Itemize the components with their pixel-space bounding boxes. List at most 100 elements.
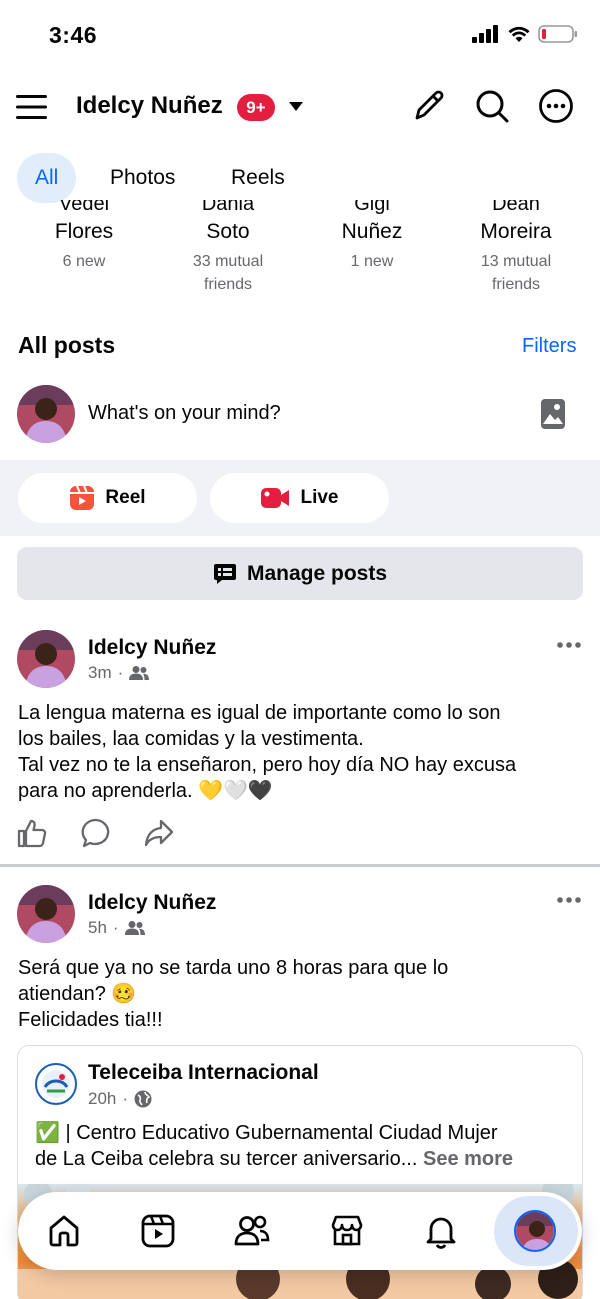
friends-icon	[234, 1215, 270, 1246]
share-icon	[144, 819, 174, 847]
suggestion-last-name: Nuñez	[341, 220, 403, 243]
post-time: 5h	[88, 918, 107, 937]
suggestion-first-name: Dean	[492, 200, 540, 215]
menu-button[interactable]	[16, 92, 48, 122]
avatar-image	[17, 885, 75, 943]
bell-icon	[426, 1217, 456, 1249]
thumbs-up-icon	[17, 819, 47, 848]
shared-page-name[interactable]: Teleceiba Internacional	[88, 1061, 319, 1085]
nav-reels[interactable]	[136, 1209, 180, 1253]
go-live-button[interactable]: Live	[210, 473, 389, 523]
shared-post-text: ✅ | Centro Educativo Gubernamental Ciuda…	[35, 1120, 575, 1172]
post-options-button[interactable]	[556, 640, 582, 650]
post-text-line: Será que ya no se tarda uno 8 horas para…	[18, 957, 449, 979]
suggestion-subtitle-2: friends	[203, 276, 253, 293]
suggestion-card[interactable]: Gigi Nuñez 1 new	[307, 200, 437, 273]
comment-icon	[81, 818, 110, 848]
add-photo-button[interactable]	[540, 398, 566, 430]
page-avatar[interactable]	[35, 1063, 77, 1105]
avatar-image	[17, 385, 75, 443]
suggestion-first-name: Gigi	[354, 200, 390, 215]
profile-switch-caret[interactable]	[288, 101, 304, 112]
like-button[interactable]	[17, 818, 47, 848]
reel-icon	[70, 485, 95, 510]
reel-label: Reel	[105, 487, 146, 508]
photo-icon	[541, 399, 565, 429]
edit-button[interactable]	[411, 88, 447, 124]
separator-dot: ·	[122, 1089, 129, 1108]
nav-home[interactable]	[42, 1209, 86, 1253]
more-options-button[interactable]	[538, 88, 574, 124]
pencil-icon	[415, 90, 444, 120]
nav-friends[interactable]	[230, 1209, 274, 1253]
avatar-image	[17, 630, 75, 688]
post-meta: 5h ·	[88, 918, 145, 938]
post-options-button[interactable]	[556, 895, 582, 905]
post-author[interactable]: Idelcy Nuñez	[88, 891, 216, 915]
hamburger-icon	[16, 95, 47, 119]
manage-posts-icon	[213, 563, 236, 584]
separator-dot: ·	[117, 663, 124, 682]
post-body: Será que ya no se tarda uno 8 horas para…	[18, 955, 584, 1033]
share-button[interactable]	[144, 819, 174, 847]
page-logo-icon	[35, 1063, 77, 1105]
avatar[interactable]	[17, 385, 75, 443]
more-horizontal-icon	[557, 642, 581, 648]
nav-notifications[interactable]	[419, 1209, 463, 1253]
search-button[interactable]	[474, 88, 510, 124]
home-icon	[49, 1215, 79, 1247]
suggestion-card[interactable]: Dania Soto 33 mutual friends	[163, 200, 293, 296]
suggestion-last-name: Flores	[54, 220, 114, 243]
post-meta: 3m ·	[88, 663, 150, 683]
more-horizontal-icon	[539, 89, 573, 123]
globe-icon	[134, 1090, 152, 1108]
live-label: Live	[300, 487, 339, 508]
suggestion-last-name: Moreira	[480, 220, 552, 243]
post-time: 3m	[88, 663, 112, 682]
friends-audience-icon	[124, 921, 145, 935]
status-time: 3:46	[49, 22, 98, 48]
suggestion-subtitle: 13 mutual	[480, 253, 552, 270]
tab-all[interactable]: All	[17, 153, 77, 203]
post-text-line: los bailes, laa comidas y la vestimenta.	[18, 728, 364, 750]
see-more-link[interactable]: See more	[423, 1148, 513, 1170]
chevron-down-icon	[289, 102, 303, 111]
manage-posts-button[interactable]: Manage posts	[17, 547, 583, 600]
comment-button[interactable]	[81, 818, 111, 848]
manage-posts-label: Manage posts	[246, 561, 388, 585]
marketplace-icon	[331, 1215, 363, 1246]
video-icon	[141, 1214, 175, 1248]
notification-badge: 9+	[237, 94, 275, 121]
post-divider	[0, 864, 600, 867]
nav-marketplace[interactable]	[325, 1209, 369, 1253]
more-horizontal-icon	[557, 897, 581, 903]
nav-profile[interactable]	[514, 1210, 556, 1252]
post-text-line: para no aprenderla. 💛🤍🖤	[18, 780, 273, 802]
wifi-icon	[508, 26, 530, 42]
composer-input[interactable]: What's on your mind?	[88, 402, 281, 425]
tab-reels[interactable]: Reels	[213, 153, 303, 203]
post-body: La lengua materna es igual de importante…	[18, 700, 584, 804]
create-reel-button[interactable]: Reel	[18, 473, 197, 523]
tab-photos[interactable]: Photos	[92, 153, 193, 203]
suggestion-subtitle-2: friends	[491, 276, 541, 293]
suggestion-card[interactable]: Vedel Flores 6 new	[19, 200, 149, 273]
post-author[interactable]: Idelcy Nuñez	[88, 636, 216, 660]
post-text-line: Felicidades tia!!!	[18, 1009, 163, 1031]
post-text-line: La lengua materna es igual de importante…	[18, 702, 501, 724]
avatar[interactable]	[17, 630, 75, 688]
status-icons	[472, 24, 578, 44]
signal-icon	[472, 25, 498, 43]
profile-name[interactable]: Idelcy Nuñez	[76, 92, 223, 120]
video-camera-icon	[261, 488, 290, 508]
section-title: All posts	[18, 332, 116, 358]
avatar[interactable]	[17, 885, 75, 943]
post-text-line: atiendan? 🥴	[18, 983, 137, 1005]
friends-audience-icon	[129, 666, 150, 680]
suggestion-card[interactable]: Dean Moreira 13 mutual friends	[451, 200, 581, 296]
separator-dot: ·	[112, 918, 119, 937]
suggestion-first-name: Dania	[201, 200, 255, 215]
search-icon	[476, 90, 509, 123]
filters-link[interactable]: Filters	[522, 335, 576, 358]
shared-post-time: 20h	[88, 1089, 117, 1108]
